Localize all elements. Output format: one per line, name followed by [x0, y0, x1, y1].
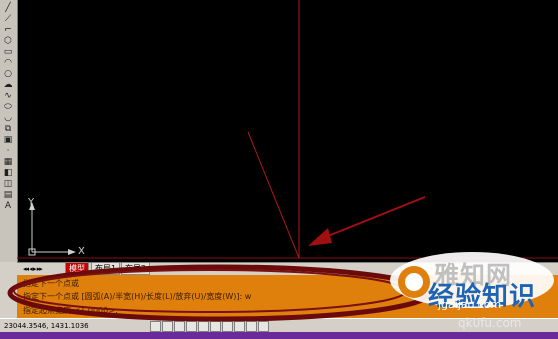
status-toggle-button[interactable] — [210, 321, 221, 332]
watermark-url-1: jgaijao.com — [438, 298, 502, 311]
left-panel-filler — [0, 262, 17, 318]
command-history-line-2: 指定下一个点或 [圆弧(A)/半宽(H)/长度(L)/放弃(U)/宽度(W)]:… — [23, 292, 252, 301]
status-toggle-button[interactable] — [174, 321, 185, 332]
ucs-icon — [28, 202, 76, 256]
tab-navigation-arrows[interactable]: ◂◂ ◂ ▸ ▸▸ — [23, 263, 43, 275]
command-history-line-1: 指定下一个点或 — [23, 279, 79, 288]
status-toggle-button[interactable] — [258, 321, 269, 332]
tab-model[interactable]: 模型 — [65, 263, 89, 275]
status-toggle-button[interactable] — [234, 321, 245, 332]
status-toggle-button[interactable] — [150, 321, 161, 332]
status-toggle-button[interactable] — [162, 321, 173, 332]
ucs-x-label: X — [78, 246, 85, 257]
status-toggle-button[interactable] — [222, 321, 233, 332]
draw-toolbar: ╱ ⟋ ⌐ ⬡ ▭ ◠ ○ ☁ ∿ ⬭ ◡ ⧉ ▣ · ▦ ◧ ◫ ▤ A — [0, 0, 18, 262]
command-prompt[interactable]: 指定起点宽度 <1.0000>: — [23, 305, 118, 316]
status-toggle-button[interactable] — [198, 321, 209, 332]
status-toggle-button[interactable] — [186, 321, 197, 332]
watermark-url-2: qk0fu.com — [458, 316, 522, 330]
multiline-text-icon[interactable]: A — [2, 200, 14, 212]
tab-layout-2[interactable]: 布局2 — [121, 263, 151, 275]
drawing-area[interactable] — [17, 0, 558, 262]
tab-layout-1[interactable]: 布局1 — [91, 263, 121, 275]
status-toggle-button[interactable] — [246, 321, 257, 332]
ucs-y-label: Y — [28, 197, 35, 208]
coordinate-readout: 23044.3546, 1431.1036 — [4, 322, 89, 330]
